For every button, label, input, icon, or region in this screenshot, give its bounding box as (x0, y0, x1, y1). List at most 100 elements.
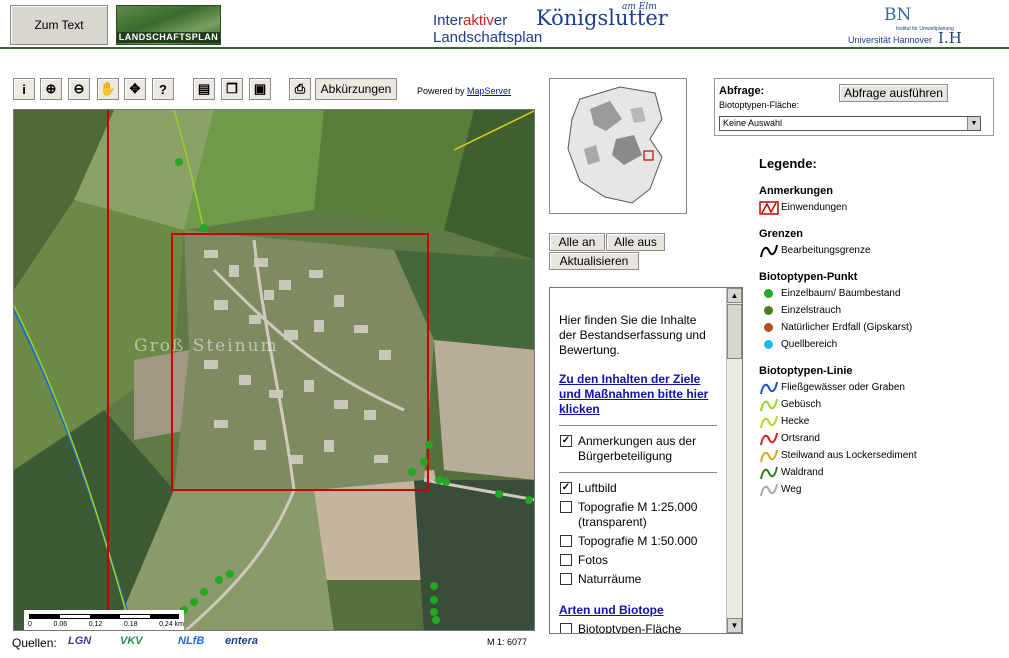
landschaftsplan-logo[interactable]: LANDSCHAFTSPLAN (116, 5, 221, 45)
line-symbol-icon (759, 381, 781, 395)
zoom-in-tool-icon[interactable]: ⊕ (40, 78, 62, 100)
copy-tool-icon[interactable]: ❐ (221, 78, 243, 100)
scroll-thumb[interactable] (727, 304, 742, 359)
legend-section-title: Biotoptypen-Linie (759, 365, 853, 377)
abfrage-ausfuehren-button[interactable]: Abfrage ausführen (839, 84, 948, 102)
line-symbol-icon (759, 466, 781, 480)
map-overlays (107, 110, 533, 630)
layer-label: Biotoptypen-Fläche (578, 622, 682, 634)
point-symbol-icon (759, 287, 781, 301)
checkbox-unchecked[interactable] (560, 501, 572, 513)
lgn-logo[interactable]: LGN (68, 635, 91, 647)
legend: Legende: Anmerkungen Einwendungen Grenzen B… (759, 156, 999, 498)
legend-item-label: Gebüsch (781, 399, 822, 410)
uni-name: Universität Hannover (848, 35, 933, 45)
legend-item-label: Quellbereich (781, 339, 838, 350)
legend-item: Fließgewässer oder Graben (759, 379, 999, 396)
layer-row[interactable]: Topografie M 1:50.000 (559, 534, 717, 549)
header-divider (0, 47, 1009, 49)
legend-item-label: Steilwand aus Lockersediment (781, 450, 917, 461)
layer-intro: Hier finden Sie die Inhalte der Bestands… (559, 313, 706, 357)
line-symbol-icon (759, 432, 781, 446)
powered-by: Powered by MapServer (417, 86, 511, 96)
layer-panel-scrollbar[interactable]: ▲ ▼ (726, 288, 742, 633)
checkbox-checked[interactable]: ✓ (560, 435, 572, 447)
scroll-down-icon[interactable]: ▼ (727, 618, 742, 633)
layer-panel[interactable]: Hier finden Sie die Inhalte der Bestands… (549, 287, 743, 634)
scroll-up-icon[interactable]: ▲ (727, 288, 742, 303)
legend-item: Waldrand (759, 464, 999, 481)
layer-row[interactable]: Topografie M 1:25.000 (transparent) (559, 500, 717, 530)
sources-label: Quellen: (12, 636, 57, 650)
layer-divider (559, 425, 717, 426)
town-label: Groß Steinum (134, 336, 279, 356)
legend-item: Natürlicher Erdfall (Gipskarst) (759, 319, 999, 336)
scale-bar-graphic (29, 614, 179, 619)
pan-tool-icon[interactable]: ✋ (97, 78, 119, 100)
legend-item-label: Einzelstrauch (781, 305, 842, 316)
checkbox-checked[interactable]: ✓ (560, 482, 572, 494)
full-extent-tool-icon[interactable]: ✥ (124, 78, 146, 100)
scale-tick-label: 0.18 (123, 621, 138, 628)
print-tool-icon[interactable]: ▤ (193, 78, 215, 100)
select-value: Keine Auswahl (723, 118, 783, 128)
university-logo[interactable]: BN Institut für Umweltplanung Universitä… (848, 5, 962, 47)
aktualisieren-button[interactable]: Aktualisieren (549, 252, 639, 270)
checkbox-unchecked[interactable] (560, 554, 572, 566)
checkbox-unchecked[interactable] (560, 573, 572, 585)
alle-an-button[interactable]: Alle an (549, 233, 605, 251)
layer-row[interactable]: ✓ Luftbild (559, 481, 717, 496)
legend-section-title: Biotoptypen-Punkt (759, 271, 858, 283)
legend-item-label: Weg (781, 484, 802, 495)
zoom-out-tool-icon[interactable]: ⊖ (68, 78, 90, 100)
layer-content: Hier finden Sie die Inhalte der Bestands… (559, 313, 717, 634)
biotoptypen-select[interactable]: Keine Auswahl ▼ (719, 116, 981, 131)
legend-section-title: Grenzen (759, 228, 804, 240)
arten-biotope-link[interactable]: Arten und Biotope (559, 603, 717, 618)
point-symbol-icon (759, 321, 781, 335)
scale-tick-label: 0.06 (53, 621, 68, 628)
legend-item-label: Waldrand (781, 467, 824, 478)
map-view[interactable]: Groß Steinum 0 0.06 0.12 0.18 0.24 km (13, 109, 535, 631)
polygon-symbol-icon (759, 200, 781, 215)
legend-body: Anmerkungen Einwendungen Grenzen Bearbeitun… (759, 185, 999, 498)
info-tool-icon[interactable]: i (13, 78, 35, 100)
chevron-down-icon[interactable]: ▼ (967, 117, 980, 130)
printer-tool-icon[interactable]: ⎙ (289, 78, 311, 100)
overview-map[interactable] (549, 78, 687, 214)
checkbox-unchecked[interactable] (560, 535, 572, 547)
scale-ratio: M 1: 6077 (487, 637, 528, 647)
layer-label: Naturräume (578, 572, 642, 586)
zum-text-button[interactable]: Zum Text (10, 5, 108, 45)
select-tool-icon[interactable]: ▣ (249, 78, 271, 100)
layer-row[interactable]: Fotos (559, 553, 717, 568)
legend-item: Gebüsch (759, 396, 999, 413)
legend-item-label: Ortsrand (781, 433, 820, 444)
line-symbol-icon (759, 398, 781, 412)
abkuerzungen-button[interactable]: Abkürzungen (315, 78, 397, 100)
layer-row[interactable]: ✓ Anmerkungen aus der Bürgerbeteiligung (559, 434, 717, 464)
entera-logo[interactable]: entera (225, 635, 258, 647)
help-tool-icon[interactable]: ? (152, 78, 174, 100)
layer-label: Fotos (578, 553, 609, 567)
landschaftsplan-logo-text: LANDSCHAFTSPLAN (117, 32, 220, 43)
checkbox-unchecked[interactable] (560, 623, 572, 633)
app-title: Interaktiver Landschaftsplan (433, 12, 542, 46)
ziele-massnahmen-link[interactable]: Zu den Inhalten der Ziele und Maßnahmen … (559, 372, 717, 417)
mapserver-link[interactable]: MapServer (467, 86, 511, 96)
legend-item-label: Bearbeitungsgrenze (781, 245, 871, 256)
einwendungen-box (171, 233, 429, 491)
query-panel: Abfrage: Biotoptypen-Fläche: Abfrage aus… (714, 78, 994, 136)
layer-list: ✓ Anmerkungen aus der Bürgerbeteiligung ✓ L… (559, 434, 717, 587)
layer-list-arten: Biotoptypen-Fläche (559, 622, 717, 634)
legend-item: Weg (759, 481, 999, 498)
legend-item: Quellbereich (759, 336, 999, 353)
layer-row[interactable]: Naturräume (559, 572, 717, 587)
vkv-logo[interactable]: VKV (120, 635, 143, 647)
layer-label: Anmerkungen aus der Bürgerbeteiligung (578, 434, 697, 463)
layer-row[interactable]: Biotoptypen-Fläche (559, 622, 717, 634)
nlfb-logo[interactable]: NLfB (178, 635, 204, 647)
uni-logo-suffix: I.H (938, 29, 962, 47)
alle-aus-button[interactable]: Alle aus (606, 233, 665, 251)
legend-item: Einwendungen (759, 199, 999, 216)
